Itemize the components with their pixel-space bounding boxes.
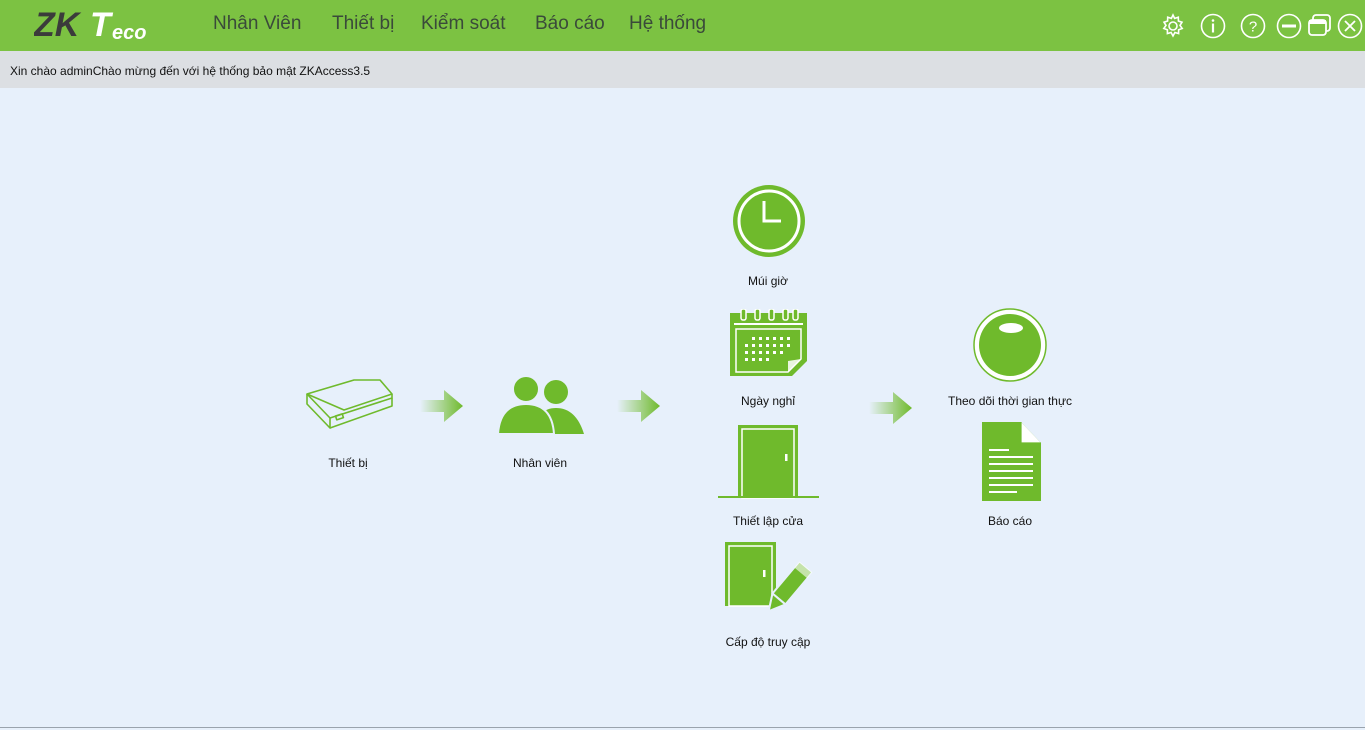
menu-devices[interactable]: Thiết bị bbox=[332, 13, 394, 35]
access-level-node[interactable] bbox=[723, 541, 815, 621]
arrow-right-icon bbox=[869, 392, 912, 424]
arrow-right-icon bbox=[420, 390, 463, 422]
greeting-user: Xin chào admin bbox=[10, 64, 93, 78]
help-icon[interactable]: ? bbox=[1239, 12, 1267, 40]
clock-icon bbox=[733, 185, 805, 257]
personnel-node[interactable] bbox=[496, 374, 586, 436]
svg-text:eco: eco bbox=[112, 22, 146, 44]
calendar-icon bbox=[730, 309, 807, 376]
svg-text:ZK: ZK bbox=[34, 6, 82, 44]
greeting-bar: Xin chào adminChào mừng đến với hệ thống… bbox=[0, 51, 1365, 88]
menu-employees[interactable]: Nhân Viên bbox=[213, 13, 301, 35]
top-menu-bar: ZK T eco Nhân Viên Thiết bị Kiểm soát Bá… bbox=[0, 0, 1365, 51]
bottom-border bbox=[0, 727, 1365, 728]
info-icon[interactable] bbox=[1199, 12, 1227, 40]
zkteco-logo: ZK T eco bbox=[34, 6, 146, 44]
close-icon[interactable] bbox=[1336, 12, 1364, 40]
device-label[interactable]: Thiết bị bbox=[328, 456, 367, 470]
door-setup-label[interactable]: Thiết lập cửa bbox=[733, 514, 803, 528]
access-level-label[interactable]: Cấp độ truy cập bbox=[726, 635, 811, 649]
monitor-button-icon bbox=[973, 308, 1047, 382]
door-icon bbox=[718, 425, 819, 499]
personnel-label[interactable]: Nhân viên bbox=[513, 456, 567, 470]
device-node[interactable] bbox=[304, 378, 394, 430]
realtime-monitor-label[interactable]: Theo dõi thời gian thực bbox=[948, 394, 1072, 408]
report-label[interactable]: Báo cáo bbox=[988, 514, 1032, 528]
door-edit-icon bbox=[725, 542, 814, 613]
gear-icon[interactable] bbox=[1159, 12, 1187, 40]
realtime-monitor-node[interactable] bbox=[973, 308, 1047, 382]
menu-access-control[interactable]: Kiểm soát bbox=[421, 13, 505, 35]
menu-system[interactable]: Hệ thống bbox=[629, 13, 706, 35]
arrow-right-icon bbox=[617, 390, 660, 422]
greeting-text: Xin chào adminChào mừng đến với hệ thống… bbox=[10, 64, 370, 78]
report-node[interactable] bbox=[981, 421, 1043, 503]
users-icon bbox=[496, 375, 584, 435]
time-zone-node[interactable] bbox=[731, 183, 807, 259]
door-setup-node[interactable] bbox=[718, 424, 820, 500]
minimize-icon[interactable] bbox=[1275, 12, 1303, 40]
holidays-label[interactable]: Ngày nghỉ bbox=[741, 394, 795, 408]
greeting-welcome: Chào mừng đến với hệ thống bảo mật ZKAcc… bbox=[92, 64, 371, 78]
time-zone-label[interactable]: Múi giờ bbox=[748, 274, 788, 288]
holidays-node[interactable] bbox=[730, 309, 808, 377]
device-icon bbox=[306, 379, 393, 429]
menu-reports[interactable]: Báo cáo bbox=[535, 13, 605, 35]
svg-text:?: ? bbox=[1249, 19, 1257, 36]
svg-text:T: T bbox=[90, 6, 114, 44]
document-icon bbox=[982, 422, 1041, 501]
restore-icon[interactable] bbox=[1305, 12, 1333, 40]
